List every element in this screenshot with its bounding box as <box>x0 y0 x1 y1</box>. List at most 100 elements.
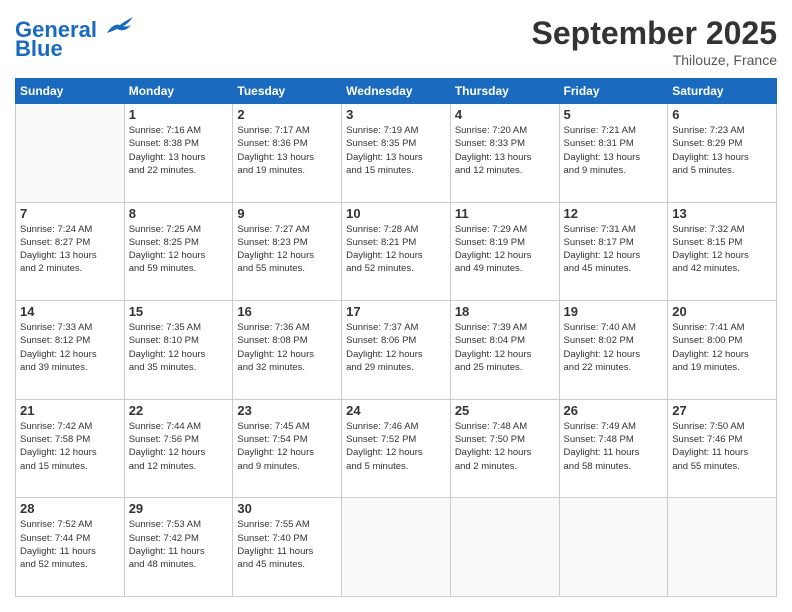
calendar-cell: 3 Sunrise: 7:19 AM Sunset: 8:35 PM Daylig… <box>342 104 451 203</box>
week-row-3: 21 Sunrise: 7:42 AM Sunset: 7:58 PM Dayli… <box>16 399 777 498</box>
day-info: Sunrise: 7:55 AM Sunset: 7:40 PM Dayligh… <box>237 518 337 571</box>
calendar-cell: 7Sunrise: 7:24 AM Sunset: 8:27 PM Daylig… <box>16 202 125 301</box>
calendar-cell <box>16 104 125 203</box>
day-info: Sunrise: 7:48 AM Sunset: 7:50 PM Dayligh… <box>455 420 555 473</box>
calendar: SundayMondayTuesdayWednesdayThursdayFrid… <box>15 78 777 597</box>
week-row-1: 7Sunrise: 7:24 AM Sunset: 8:27 PM Daylig… <box>16 202 777 301</box>
day-info: Sunrise: 7:21 AM Sunset: 8:31 PM Dayligh… <box>564 124 664 177</box>
day-number: 9 <box>237 206 337 221</box>
day-info: Sunrise: 7:20 AM Sunset: 8:33 PM Dayligh… <box>455 124 555 177</box>
calendar-cell: 4 Sunrise: 7:20 AM Sunset: 8:33 PM Daylig… <box>450 104 559 203</box>
title-block: September 2025 Thilouze, France <box>532 15 777 68</box>
calendar-cell: 9 Sunrise: 7:27 AM Sunset: 8:23 PM Daylig… <box>233 202 342 301</box>
calendar-cell: 15 Sunrise: 7:35 AM Sunset: 8:10 PM Dayli… <box>124 301 233 400</box>
calendar-cell <box>559 498 668 597</box>
calendar-cell: 24Sunrise: 7:46 AM Sunset: 7:52 PM Dayli… <box>342 399 451 498</box>
day-number: 24 <box>346 403 446 418</box>
day-number: 16 <box>237 304 337 319</box>
calendar-cell: 25 Sunrise: 7:48 AM Sunset: 7:50 PM Dayli… <box>450 399 559 498</box>
day-info: Sunrise: 7:23 AM Sunset: 8:29 PM Dayligh… <box>672 124 772 177</box>
calendar-cell: 19Sunrise: 7:40 AM Sunset: 8:02 PM Dayli… <box>559 301 668 400</box>
day-number: 3 <box>346 107 446 122</box>
calendar-cell: 5 Sunrise: 7:21 AM Sunset: 8:31 PM Daylig… <box>559 104 668 203</box>
day-info: Sunrise: 7:36 AM Sunset: 8:08 PM Dayligh… <box>237 321 337 374</box>
week-row-2: 14 Sunrise: 7:33 AM Sunset: 8:12 PM Dayli… <box>16 301 777 400</box>
weekday-header-saturday: Saturday <box>668 79 777 104</box>
day-number: 1 <box>129 107 229 122</box>
calendar-cell: 6Sunrise: 7:23 AM Sunset: 8:29 PM Daylig… <box>668 104 777 203</box>
day-info: Sunrise: 7:44 AM Sunset: 7:56 PM Dayligh… <box>129 420 229 473</box>
day-number: 15 <box>129 304 229 319</box>
calendar-cell: 13 Sunrise: 7:32 AM Sunset: 8:15 PM Dayli… <box>668 202 777 301</box>
calendar-cell <box>668 498 777 597</box>
day-info: Sunrise: 7:35 AM Sunset: 8:10 PM Dayligh… <box>129 321 229 374</box>
day-number: 2 <box>237 107 337 122</box>
day-info: Sunrise: 7:41 AM Sunset: 8:00 PM Dayligh… <box>672 321 772 374</box>
day-number: 28 <box>20 501 120 516</box>
day-number: 29 <box>129 501 229 516</box>
calendar-cell <box>450 498 559 597</box>
day-info: Sunrise: 7:49 AM Sunset: 7:48 PM Dayligh… <box>564 420 664 473</box>
weekday-header-wednesday: Wednesday <box>342 79 451 104</box>
calendar-cell: 10Sunrise: 7:28 AM Sunset: 8:21 PM Dayli… <box>342 202 451 301</box>
day-info: Sunrise: 7:52 AM Sunset: 7:44 PM Dayligh… <box>20 518 120 571</box>
day-info: Sunrise: 7:16 AM Sunset: 8:38 PM Dayligh… <box>129 124 229 177</box>
day-number: 30 <box>237 501 337 516</box>
location: Thilouze, France <box>532 52 777 68</box>
day-info: Sunrise: 7:24 AM Sunset: 8:27 PM Dayligh… <box>20 223 120 276</box>
day-number: 27 <box>672 403 772 418</box>
logo: General Blue <box>15 15 135 62</box>
day-info: Sunrise: 7:37 AM Sunset: 8:06 PM Dayligh… <box>346 321 446 374</box>
day-number: 12 <box>564 206 664 221</box>
day-number: 13 <box>672 206 772 221</box>
day-info: Sunrise: 7:45 AM Sunset: 7:54 PM Dayligh… <box>237 420 337 473</box>
day-info: Sunrise: 7:19 AM Sunset: 8:35 PM Dayligh… <box>346 124 446 177</box>
day-number: 11 <box>455 206 555 221</box>
day-number: 23 <box>237 403 337 418</box>
weekday-header-sunday: Sunday <box>16 79 125 104</box>
weekday-header-thursday: Thursday <box>450 79 559 104</box>
day-number: 18 <box>455 304 555 319</box>
day-number: 5 <box>564 107 664 122</box>
header: General Blue September 2025 Thilouze, Fr… <box>15 15 777 68</box>
day-info: Sunrise: 7:29 AM Sunset: 8:19 PM Dayligh… <box>455 223 555 276</box>
calendar-cell: 18 Sunrise: 7:39 AM Sunset: 8:04 PM Dayli… <box>450 301 559 400</box>
calendar-cell: 29 Sunrise: 7:53 AM Sunset: 7:42 PM Dayli… <box>124 498 233 597</box>
week-row-4: 28 Sunrise: 7:52 AM Sunset: 7:44 PM Dayli… <box>16 498 777 597</box>
calendar-cell: 23 Sunrise: 7:45 AM Sunset: 7:54 PM Dayli… <box>233 399 342 498</box>
calendar-cell: 21 Sunrise: 7:42 AM Sunset: 7:58 PM Dayli… <box>16 399 125 498</box>
day-info: Sunrise: 7:17 AM Sunset: 8:36 PM Dayligh… <box>237 124 337 177</box>
calendar-cell <box>342 498 451 597</box>
month-title: September 2025 <box>532 15 777 52</box>
calendar-header-row: SundayMondayTuesdayWednesdayThursdayFrid… <box>16 79 777 104</box>
day-number: 14 <box>20 304 120 319</box>
calendar-cell: 20Sunrise: 7:41 AM Sunset: 8:00 PM Dayli… <box>668 301 777 400</box>
day-number: 25 <box>455 403 555 418</box>
calendar-cell: 30 Sunrise: 7:55 AM Sunset: 7:40 PM Dayli… <box>233 498 342 597</box>
calendar-cell: 22Sunrise: 7:44 AM Sunset: 7:56 PM Dayli… <box>124 399 233 498</box>
day-info: Sunrise: 7:33 AM Sunset: 8:12 PM Dayligh… <box>20 321 120 374</box>
weekday-header-monday: Monday <box>124 79 233 104</box>
day-number: 17 <box>346 304 446 319</box>
calendar-cell: 27 Sunrise: 7:50 AM Sunset: 7:46 PM Dayli… <box>668 399 777 498</box>
day-number: 21 <box>20 403 120 418</box>
day-number: 26 <box>564 403 664 418</box>
calendar-cell: 14 Sunrise: 7:33 AM Sunset: 8:12 PM Dayli… <box>16 301 125 400</box>
logo-bird-icon <box>105 15 135 37</box>
day-info: Sunrise: 7:39 AM Sunset: 8:04 PM Dayligh… <box>455 321 555 374</box>
day-info: Sunrise: 7:25 AM Sunset: 8:25 PM Dayligh… <box>129 223 229 276</box>
week-row-0: 1 Sunrise: 7:16 AM Sunset: 8:38 PM Daylig… <box>16 104 777 203</box>
day-number: 4 <box>455 107 555 122</box>
day-info: Sunrise: 7:53 AM Sunset: 7:42 PM Dayligh… <box>129 518 229 571</box>
calendar-cell: 11 Sunrise: 7:29 AM Sunset: 8:19 PM Dayli… <box>450 202 559 301</box>
day-info: Sunrise: 7:50 AM Sunset: 7:46 PM Dayligh… <box>672 420 772 473</box>
day-info: Sunrise: 7:28 AM Sunset: 8:21 PM Dayligh… <box>346 223 446 276</box>
day-info: Sunrise: 7:40 AM Sunset: 8:02 PM Dayligh… <box>564 321 664 374</box>
day-info: Sunrise: 7:42 AM Sunset: 7:58 PM Dayligh… <box>20 420 120 473</box>
day-info: Sunrise: 7:32 AM Sunset: 8:15 PM Dayligh… <box>672 223 772 276</box>
calendar-cell: 12Sunrise: 7:31 AM Sunset: 8:17 PM Dayli… <box>559 202 668 301</box>
weekday-header-friday: Friday <box>559 79 668 104</box>
day-number: 8 <box>129 206 229 221</box>
page: General Blue September 2025 Thilouze, Fr… <box>0 0 792 612</box>
day-info: Sunrise: 7:27 AM Sunset: 8:23 PM Dayligh… <box>237 223 337 276</box>
